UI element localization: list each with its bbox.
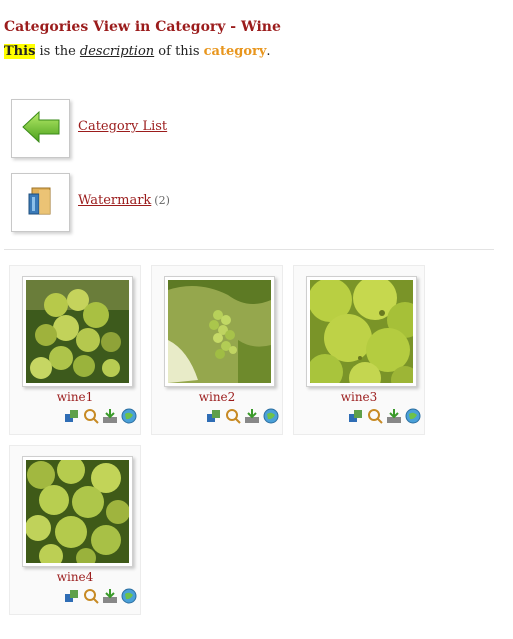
- info-icon[interactable]: [64, 588, 80, 604]
- zoom-icon[interactable]: [83, 588, 99, 604]
- category-watermark-link[interactable]: Watermark: [78, 193, 151, 208]
- category-watermark-row: Watermark (2): [11, 173, 311, 233]
- globe-icon[interactable]: [121, 588, 137, 604]
- image-actions-wine2: [206, 408, 279, 424]
- category-watermark-count: (2): [154, 194, 170, 207]
- download-icon[interactable]: [386, 408, 402, 424]
- zoom-icon[interactable]: [225, 408, 241, 424]
- image-name-wine1[interactable]: wine1: [10, 390, 140, 404]
- image-card-wine2: wine2: [151, 265, 283, 435]
- globe-icon[interactable]: [121, 408, 137, 424]
- image-thumbnail-wine3[interactable]: [306, 276, 417, 387]
- image-thumbnail-wine1[interactable]: [22, 276, 133, 387]
- image-card-wine1: wine1: [9, 265, 141, 435]
- back-arrow-icon: [21, 110, 61, 148]
- image-thumbnail-wine4[interactable]: [22, 456, 133, 567]
- image-actions-wine1: [64, 408, 137, 424]
- globe-icon[interactable]: [263, 408, 279, 424]
- grapes-photo: [26, 280, 129, 383]
- image-name-wine3[interactable]: wine3: [294, 390, 424, 404]
- zoom-icon[interactable]: [367, 408, 383, 424]
- category-list-link[interactable]: Category List: [78, 119, 167, 134]
- page-title: Categories View in Category - Wine: [4, 19, 281, 35]
- desc-category-word: category: [203, 44, 267, 59]
- info-icon[interactable]: [206, 408, 222, 424]
- desc-text-1: is the: [35, 44, 80, 59]
- image-thumbnail-wine2[interactable]: [164, 276, 275, 387]
- category-watermark-link-wrap: Watermark (2): [78, 193, 170, 208]
- download-icon[interactable]: [244, 408, 260, 424]
- zoom-icon[interactable]: [83, 408, 99, 424]
- image-actions-wine3: [348, 408, 421, 424]
- grapes-photo: [26, 460, 129, 563]
- category-list-row: Category List: [11, 99, 311, 159]
- image-card-wine3: wine3: [293, 265, 425, 435]
- category-watermark-thumb[interactable]: [11, 173, 70, 232]
- separator: [4, 249, 494, 250]
- category-list-thumb[interactable]: [11, 99, 70, 158]
- info-icon[interactable]: [348, 408, 364, 424]
- folder-icon: [26, 184, 56, 222]
- grapes-photo: [310, 280, 413, 383]
- image-card-wine4: wine4: [9, 445, 141, 615]
- category-description: This is the description of this category…: [4, 44, 271, 59]
- info-icon[interactable]: [64, 408, 80, 424]
- download-icon[interactable]: [102, 408, 118, 424]
- image-name-wine4[interactable]: wine4: [10, 570, 140, 584]
- grapes-photo: [168, 280, 271, 383]
- desc-text-2: of this: [154, 44, 204, 59]
- desc-emph: description: [79, 44, 155, 59]
- desc-end: .: [266, 44, 271, 59]
- highlighted-word: This: [4, 44, 36, 59]
- download-icon[interactable]: [102, 588, 118, 604]
- image-actions-wine4: [64, 588, 137, 604]
- globe-icon[interactable]: [405, 408, 421, 424]
- image-name-wine2[interactable]: wine2: [152, 390, 282, 404]
